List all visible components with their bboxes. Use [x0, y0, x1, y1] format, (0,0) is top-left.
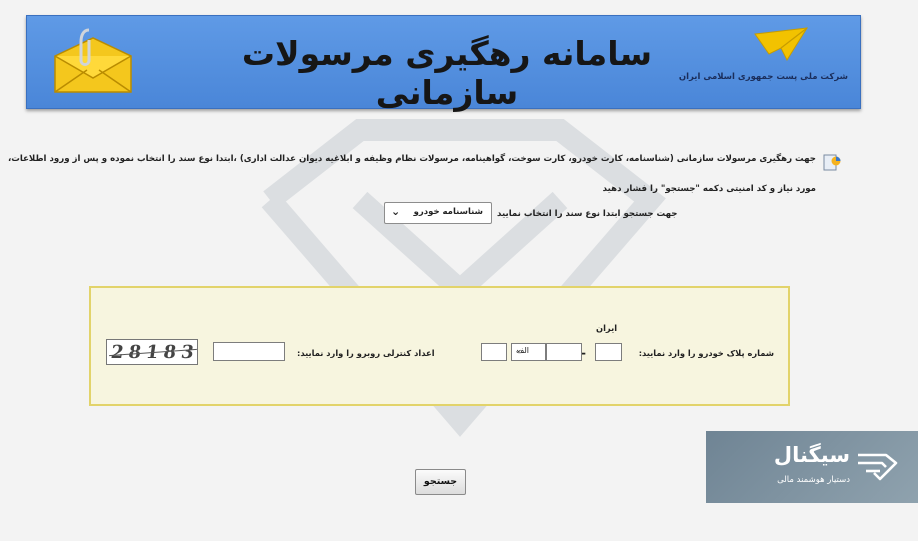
- captcha-input[interactable]: [213, 342, 285, 361]
- signal-logo-icon: [858, 453, 898, 481]
- plate-region-input[interactable]: [595, 343, 622, 361]
- plate-letter-select[interactable]: الف ⌄: [511, 343, 546, 361]
- document-icon: [823, 154, 841, 171]
- envelope-icon: [54, 28, 132, 93]
- page-title: سامانه رهگیری مرسولات سازمانی: [241, 34, 653, 112]
- document-type-label: جهت جستجو ابتدا نوع سند را انتخاب نمایید: [497, 209, 678, 219]
- chevron-down-icon: ⌄: [391, 205, 401, 218]
- plate-first-input[interactable]: [481, 343, 507, 361]
- document-type-select[interactable]: شناسنامه خودرو ⌄: [384, 202, 492, 224]
- signal-name: سیگنال: [773, 443, 850, 467]
- signal-tagline: دستیار هوشمند مالی: [777, 475, 850, 485]
- document-type-value: شناسنامه خودرو: [413, 207, 483, 217]
- captcha-image: 28183: [106, 339, 198, 365]
- captcha-label: اعداد کنترلی روبرو را وارد نمایید:: [297, 348, 435, 358]
- instruction-line-1: جهت رهگیری مرسولات سازمانی (شناسنامه، کا…: [7, 154, 816, 164]
- plate-middle-input[interactable]: [546, 343, 582, 361]
- search-form-panel: شماره پلاک خودرو را وارد نمایید: ایران -…: [89, 286, 790, 406]
- plate-number-label: شماره پلاک خودرو را وارد نمایید:: [638, 348, 774, 358]
- instructions-block: جهت رهگیری مرسولات سازمانی (شناسنامه، کا…: [7, 152, 841, 194]
- chevron-down-icon: ⌄: [515, 345, 523, 355]
- company-name: شرکت ملی پست جمهوری اسلامی ایران: [678, 72, 848, 82]
- signal-badge: سیگنال دستیار هوشمند مالی: [706, 431, 918, 503]
- search-button[interactable]: جستجو: [415, 469, 466, 495]
- instruction-line-2: مورد نیاز و کد امنیتی دکمه "جستجو" را فش…: [602, 184, 816, 194]
- post-logo-icon: [754, 27, 808, 62]
- post-company-logo: شرکت ملی پست جمهوری اسلامی ایران: [678, 24, 848, 104]
- iran-label: ایران: [596, 323, 618, 333]
- header-banner: سامانه رهگیری مرسولات سازمانی شرکت ملی پ…: [26, 15, 861, 112]
